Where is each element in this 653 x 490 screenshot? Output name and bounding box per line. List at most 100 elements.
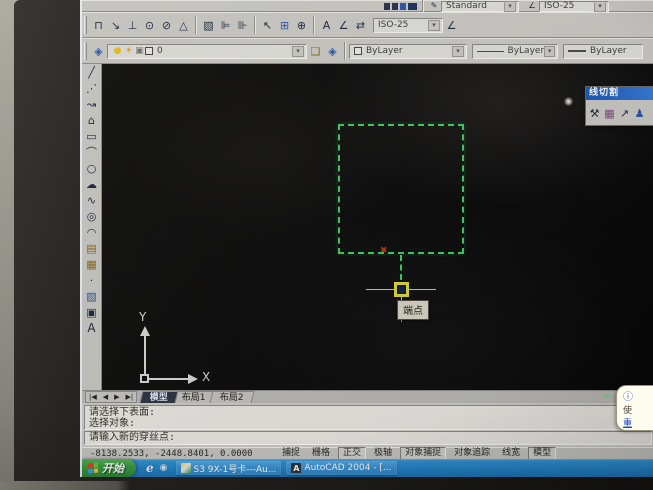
angular-dimension-icon[interactable]: △ — [175, 16, 192, 34]
tab-last-icon[interactable]: ▶| — [123, 393, 137, 401]
status-snap-button[interactable]: 捕捉 — [278, 448, 304, 459]
balloon-link[interactable]: 重 — [623, 416, 653, 429]
quick-launch-icon[interactable]: ◉ — [160, 463, 168, 473]
line-icon[interactable]: ╱ — [82, 64, 101, 80]
chevron-down-icon[interactable]: ▾ — [594, 1, 606, 12]
wirecut-alert-icon[interactable]: ! — [647, 105, 653, 121]
linetype-control-combo[interactable]: ByLayer ▾ — [472, 44, 558, 59]
partial-icon — [400, 3, 406, 10]
tolerance-icon[interactable]: ⊞ — [276, 16, 293, 34]
tab-layout2[interactable]: 布局2 — [210, 391, 255, 403]
selected-square[interactable] — [338, 124, 464, 254]
chevron-down-icon[interactable]: ▾ — [428, 20, 440, 31]
color-swatch — [354, 47, 362, 55]
chevron-down-icon[interactable]: ▾ — [504, 1, 516, 12]
dim-toolbar-style-combo[interactable]: ISO-25 ▾ — [373, 18, 443, 33]
dim-style-edit-icon[interactable]: ∠ — [443, 16, 460, 34]
tab-first-icon[interactable]: |◀ — [86, 393, 100, 401]
insert-block-icon[interactable]: ▤ — [82, 240, 101, 256]
wirecut-figure-icon[interactable]: ♟ — [632, 105, 647, 121]
polyline-icon[interactable]: ↝ — [82, 96, 101, 112]
construction-line-icon[interactable]: ⋰ — [82, 80, 101, 96]
wirecut-app-icon — [181, 463, 191, 473]
tab-scroll-left-icon[interactable]: < — [603, 391, 611, 403]
color-value: ByLayer — [366, 46, 403, 56]
chevron-down-icon[interactable]: ▾ — [544, 46, 555, 57]
tab-prev-icon[interactable]: ◀ — [100, 393, 111, 401]
layer-manager-icon[interactable]: ◈ — [324, 42, 341, 60]
layer-on-bulb-icon[interactable]: ● — [112, 46, 123, 57]
linear-dimension-icon[interactable]: ⊓ — [90, 16, 107, 34]
internet-explorer-icon[interactable]: e — [146, 461, 154, 475]
circle-icon[interactable]: ○ — [82, 160, 101, 176]
start-button[interactable]: 开始 — [82, 459, 136, 477]
layers-toolbar: ◈ ● ☀ ▣ 0 ▾ ❏ ◈ ByLayer ▾ ByLayer ▾ — [82, 38, 653, 64]
hatch-icon[interactable]: ▨ — [82, 288, 101, 304]
ucs-x-arrow — [188, 374, 198, 384]
wirecut-toolbar[interactable]: 线切割 ⚒ ▦ ↗ ♟ ! ▮ — [585, 86, 653, 126]
wirecut-trace-icon[interactable]: ↗ — [617, 105, 632, 121]
continue-dimension-icon[interactable]: ⊪ — [234, 16, 251, 34]
center-mark-icon[interactable]: ⊕ — [293, 16, 310, 34]
chevron-down-icon[interactable]: ▾ — [452, 46, 464, 57]
revcloud-icon[interactable]: ☁ — [82, 176, 101, 192]
chevron-down-icon[interactable]: ▾ — [292, 46, 304, 57]
make-layer-current-icon[interactable]: ❏ — [307, 42, 324, 60]
dim-style-combo[interactable]: ISO-25 ▾ — [539, 1, 609, 12]
wirecut-toolbar-title[interactable]: 线切割 — [586, 87, 653, 100]
ellipse-arc-icon[interactable]: ◠ — [82, 224, 101, 240]
text-style-combo[interactable]: Standard ▾ — [441, 1, 519, 12]
quick-leader-icon[interactable]: ↖ — [259, 16, 276, 34]
wirecut-pick-tool-icon[interactable]: ⚒ — [587, 105, 602, 121]
snap-tracking-line — [400, 255, 402, 280]
command-input[interactable]: 请输入新的穿丝点: — [84, 431, 652, 445]
lineweight-control-combo[interactable]: ByLayer — [563, 44, 643, 59]
spline-icon[interactable]: ∿ — [82, 192, 101, 208]
polygon-icon[interactable]: ⌂ — [82, 112, 101, 128]
wall — [0, 481, 130, 490]
command-history[interactable]: 请选择下表面: 选择对象: — [84, 405, 652, 430]
layers-icon[interactable]: ◈ — [90, 42, 107, 60]
status-otrack-button[interactable]: 对象追踪 — [450, 448, 494, 459]
taskbar-app-autocad[interactable]: A AutoCAD 2004 - [... — [286, 461, 396, 475]
baseline-dimension-icon[interactable]: ⊫ — [217, 16, 234, 34]
rectangle-icon[interactable]: ▭ — [82, 128, 101, 144]
status-lineweight-button[interactable]: 线宽 — [498, 448, 524, 459]
ellipse-icon[interactable]: ◎ — [82, 208, 101, 224]
wirecut-region-icon[interactable]: ▦ — [602, 105, 617, 121]
color-control-combo[interactable]: ByLayer ▾ — [349, 44, 467, 59]
region-icon[interactable]: ▣ — [82, 304, 101, 320]
layer-freeze-sun-icon[interactable]: ☀ — [123, 46, 134, 57]
layer-state-combo[interactable]: ● ☀ ▣ 0 ▾ — [107, 44, 307, 59]
info-icon: ⓘ — [623, 392, 633, 403]
mtext-icon[interactable]: A — [82, 320, 101, 336]
status-grid-button[interactable]: 栅格 — [308, 448, 334, 459]
dimension-edit-icon[interactable]: A — [318, 16, 335, 34]
text-style-value: Standard — [446, 1, 487, 11]
taskbar-app-wirecut[interactable]: S3 9X-1号卡---Au... — [176, 461, 282, 475]
layer-lock-icon[interactable]: ▣ — [134, 46, 145, 57]
ordinate-dimension-icon[interactable]: ⊥ — [124, 16, 141, 34]
layout-tabs-row: |◀ ◀ ▶ ▶| 模型 布局1 布局2 < — [82, 390, 653, 403]
arc-icon[interactable]: ⌒ — [82, 144, 101, 160]
status-polar-button[interactable]: 极轴 — [370, 448, 396, 459]
styles-toolbar: ✎ Standard ▾ ∠ ISO-25 ▾ — [82, 0, 653, 12]
snap-marker-icon: ✕ — [380, 246, 388, 256]
diameter-dimension-icon[interactable]: ⊘ — [158, 16, 175, 34]
radius-dimension-icon[interactable]: ⊙ — [141, 16, 158, 34]
ucs-y-label: Y — [139, 310, 146, 324]
drawing-canvas[interactable]: ✕ 端点 Y X 线切割 ⚒ ▦ — [102, 64, 653, 390]
quick-dimension-icon[interactable]: ▧ — [200, 16, 217, 34]
text-style-icon[interactable]: ✎ — [427, 1, 441, 11]
dim-style-icon[interactable]: ∠ — [525, 1, 539, 11]
dimension-text-edit-icon[interactable]: ∠ — [335, 16, 352, 34]
tab-next-icon[interactable]: ▶ — [111, 393, 122, 401]
crosshair-pickbox[interactable] — [394, 282, 409, 297]
point-icon[interactable]: · — [82, 272, 101, 288]
aligned-dimension-icon[interactable]: ↘ — [107, 16, 124, 34]
dimension-update-icon[interactable]: ⇄ — [352, 16, 369, 34]
tab-model[interactable]: 模型 — [140, 391, 179, 403]
quick-launch: e ◉ — [146, 461, 168, 475]
make-block-icon[interactable]: ▦ — [82, 256, 101, 272]
info-balloon[interactable]: ⓘ 使 重 — [616, 385, 653, 431]
